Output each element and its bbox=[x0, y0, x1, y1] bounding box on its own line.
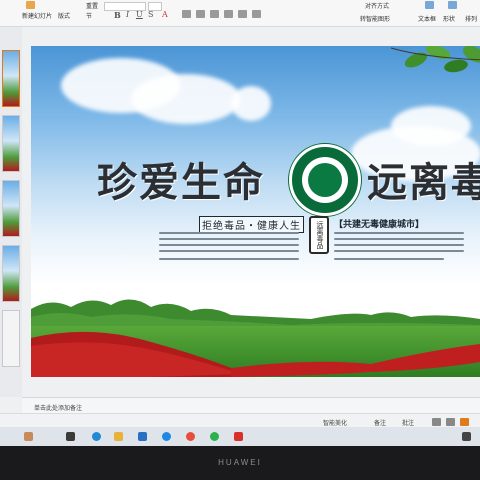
slide-thumbnail[interactable] bbox=[2, 50, 20, 107]
strikethrough-icon[interactable]: S bbox=[148, 10, 153, 19]
align-right-icon[interactable] bbox=[238, 10, 247, 18]
browser-icon[interactable] bbox=[162, 432, 171, 441]
slide-thumbnail-panel bbox=[0, 27, 22, 397]
bullets-icon[interactable] bbox=[182, 10, 191, 18]
leaves-decoration bbox=[390, 46, 480, 73]
smart-beautify-button[interactable]: 智能美化 bbox=[323, 418, 347, 427]
slide-thumbnail[interactable] bbox=[2, 245, 20, 302]
task-view-icon[interactable] bbox=[66, 432, 75, 441]
status-bar: 智能美化 备注 批注 bbox=[0, 413, 480, 428]
slide-thumbnail[interactable] bbox=[2, 115, 20, 172]
file-explorer-icon[interactable] bbox=[114, 432, 123, 441]
seal-stamp: 远离毒品 bbox=[309, 216, 329, 254]
arrange-button[interactable]: 排列 bbox=[465, 14, 477, 23]
ribbon-toolbar: 新建幻灯片 版式 节 重置 B I U S A 对齐方式 转智能图形 文本框 形… bbox=[0, 0, 480, 27]
notes-placeholder[interactable]: 单击此处添加备注 bbox=[34, 403, 82, 412]
sorter-view-icon[interactable] bbox=[446, 418, 455, 426]
notification-icon[interactable] bbox=[462, 432, 471, 441]
slide-thumbnail[interactable] bbox=[2, 310, 20, 367]
bold-icon[interactable]: B bbox=[114, 10, 121, 20]
shape-icon bbox=[448, 1, 457, 9]
normal-view-icon[interactable] bbox=[432, 418, 441, 426]
reset-button[interactable]: 重置 bbox=[86, 1, 98, 10]
comments-button[interactable]: 批注 bbox=[402, 418, 414, 427]
desktop-wallpaper-icon bbox=[24, 432, 33, 441]
anti-drug-logo bbox=[289, 144, 361, 216]
font-color-icon[interactable]: A bbox=[162, 10, 168, 19]
new-slide-button[interactable]: 新建幻灯片 bbox=[22, 11, 52, 20]
device-brand: HUAWEI bbox=[218, 458, 262, 467]
slide-canvas[interactable]: 珍爱生命 远离毒 拒绝毒品・健康人生 远离毒品 【共建无毒健康城市】 bbox=[31, 46, 480, 377]
wechat-icon[interactable] bbox=[210, 432, 219, 441]
wps-icon[interactable] bbox=[234, 432, 243, 441]
screen: 新建幻灯片 版式 节 重置 B I U S A 对齐方式 转智能图形 文本框 形… bbox=[0, 0, 480, 446]
notes-button[interactable]: 备注 bbox=[374, 418, 386, 427]
align-button[interactable]: 对齐方式 bbox=[365, 1, 389, 10]
section-button[interactable]: 节 bbox=[86, 11, 92, 20]
tree-line bbox=[31, 299, 480, 331]
red-ribbon-decoration bbox=[31, 331, 480, 377]
slogan-right: 【共建无毒健康城市】 bbox=[334, 220, 425, 230]
shape-button[interactable]: 形状 bbox=[443, 14, 455, 23]
smart-art-button[interactable]: 转智能图形 bbox=[360, 14, 390, 23]
slide-title-left: 珍爱生命 bbox=[97, 160, 265, 206]
edge-browser-icon[interactable] bbox=[92, 432, 101, 441]
play-slideshow-icon[interactable] bbox=[460, 418, 469, 426]
slide-title-right: 远离毒 bbox=[367, 160, 480, 206]
text-box-icon bbox=[425, 1, 434, 9]
slogan-left: 拒绝毒品・健康人生 bbox=[199, 216, 304, 233]
chrome-icon[interactable] bbox=[186, 432, 195, 441]
layout-button[interactable]: 版式 bbox=[58, 11, 70, 20]
text-box-button[interactable]: 文本框 bbox=[418, 14, 436, 23]
underline-icon[interactable]: U bbox=[136, 10, 143, 19]
italic-icon[interactable]: I bbox=[126, 10, 129, 19]
align-center-icon[interactable] bbox=[224, 10, 233, 18]
slide-thumbnail[interactable] bbox=[2, 180, 20, 237]
notes-pane[interactable]: 单击此处添加备注 bbox=[22, 397, 480, 414]
numbering-icon[interactable] bbox=[196, 10, 205, 18]
justify-icon[interactable] bbox=[252, 10, 261, 18]
mail-icon[interactable] bbox=[138, 432, 147, 441]
new-slide-icon bbox=[26, 1, 35, 9]
windows-taskbar bbox=[0, 427, 480, 446]
indent-icon[interactable] bbox=[210, 10, 219, 18]
